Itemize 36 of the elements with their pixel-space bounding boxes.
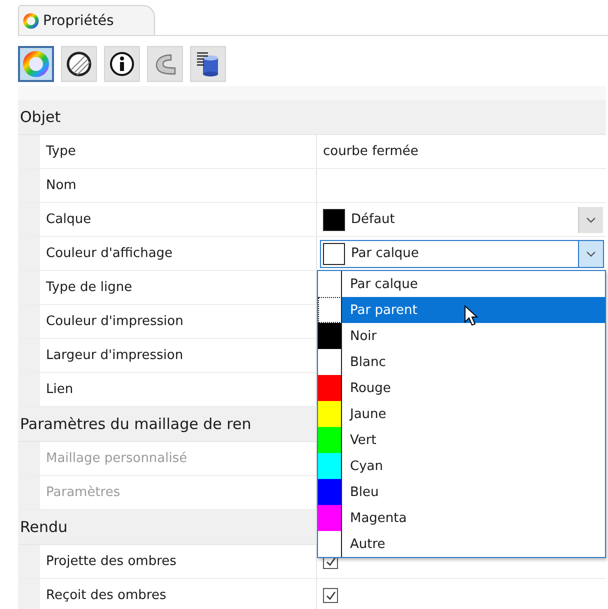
color-wheel-icon xyxy=(23,12,39,28)
dropdown-option[interactable]: Rouge xyxy=(318,375,605,401)
hatch-tool-button[interactable] xyxy=(61,46,97,82)
color-wheel-icon xyxy=(22,50,50,78)
property-label: Calque xyxy=(40,203,317,236)
properties-tab[interactable]: Propriétés xyxy=(18,5,155,35)
dropdown-option[interactable]: Noir xyxy=(318,323,605,349)
property-label: Couleur d'affichage xyxy=(40,237,317,270)
property-label: Type de ligne xyxy=(40,271,317,304)
info-tool-button[interactable] xyxy=(104,46,140,82)
dropdown-option[interactable]: Par calque xyxy=(318,271,605,297)
property-label: Lien xyxy=(40,373,317,406)
dropdown-option[interactable]: Blanc xyxy=(318,349,605,375)
color-dropdown[interactable]: Défaut xyxy=(320,206,604,234)
hatched-circle-icon xyxy=(65,50,93,78)
property-value: courbe fermée xyxy=(322,144,418,159)
property-label: Type xyxy=(40,135,317,168)
curve-tool-button[interactable] xyxy=(147,46,183,82)
dropdown-option[interactable]: Par parent xyxy=(318,297,605,323)
property-label: Nom xyxy=(40,169,317,202)
cursor-icon xyxy=(464,305,478,327)
property-label: Reçoit des ombres xyxy=(40,579,317,609)
property-label: Largeur d'impression xyxy=(40,339,317,372)
info-icon xyxy=(108,50,136,78)
database-tool-button[interactable] xyxy=(190,46,226,82)
dropdown-option[interactable]: Cyan xyxy=(318,453,605,479)
property-label: Maillage personnalisé xyxy=(40,442,317,475)
color-tool-button[interactable] xyxy=(18,46,54,82)
chevron-down-icon[interactable] xyxy=(578,240,603,266)
section-header[interactable]: Objet xyxy=(18,100,606,135)
color-dropdown[interactable]: Par calque xyxy=(320,240,604,268)
property-label: Paramètres xyxy=(40,476,317,509)
property-label: Projette des ombres xyxy=(40,545,317,578)
checkbox[interactable] xyxy=(323,588,338,603)
dropdown-option[interactable]: Bleu xyxy=(318,479,605,505)
property-label: Couleur d'impression xyxy=(40,305,317,338)
